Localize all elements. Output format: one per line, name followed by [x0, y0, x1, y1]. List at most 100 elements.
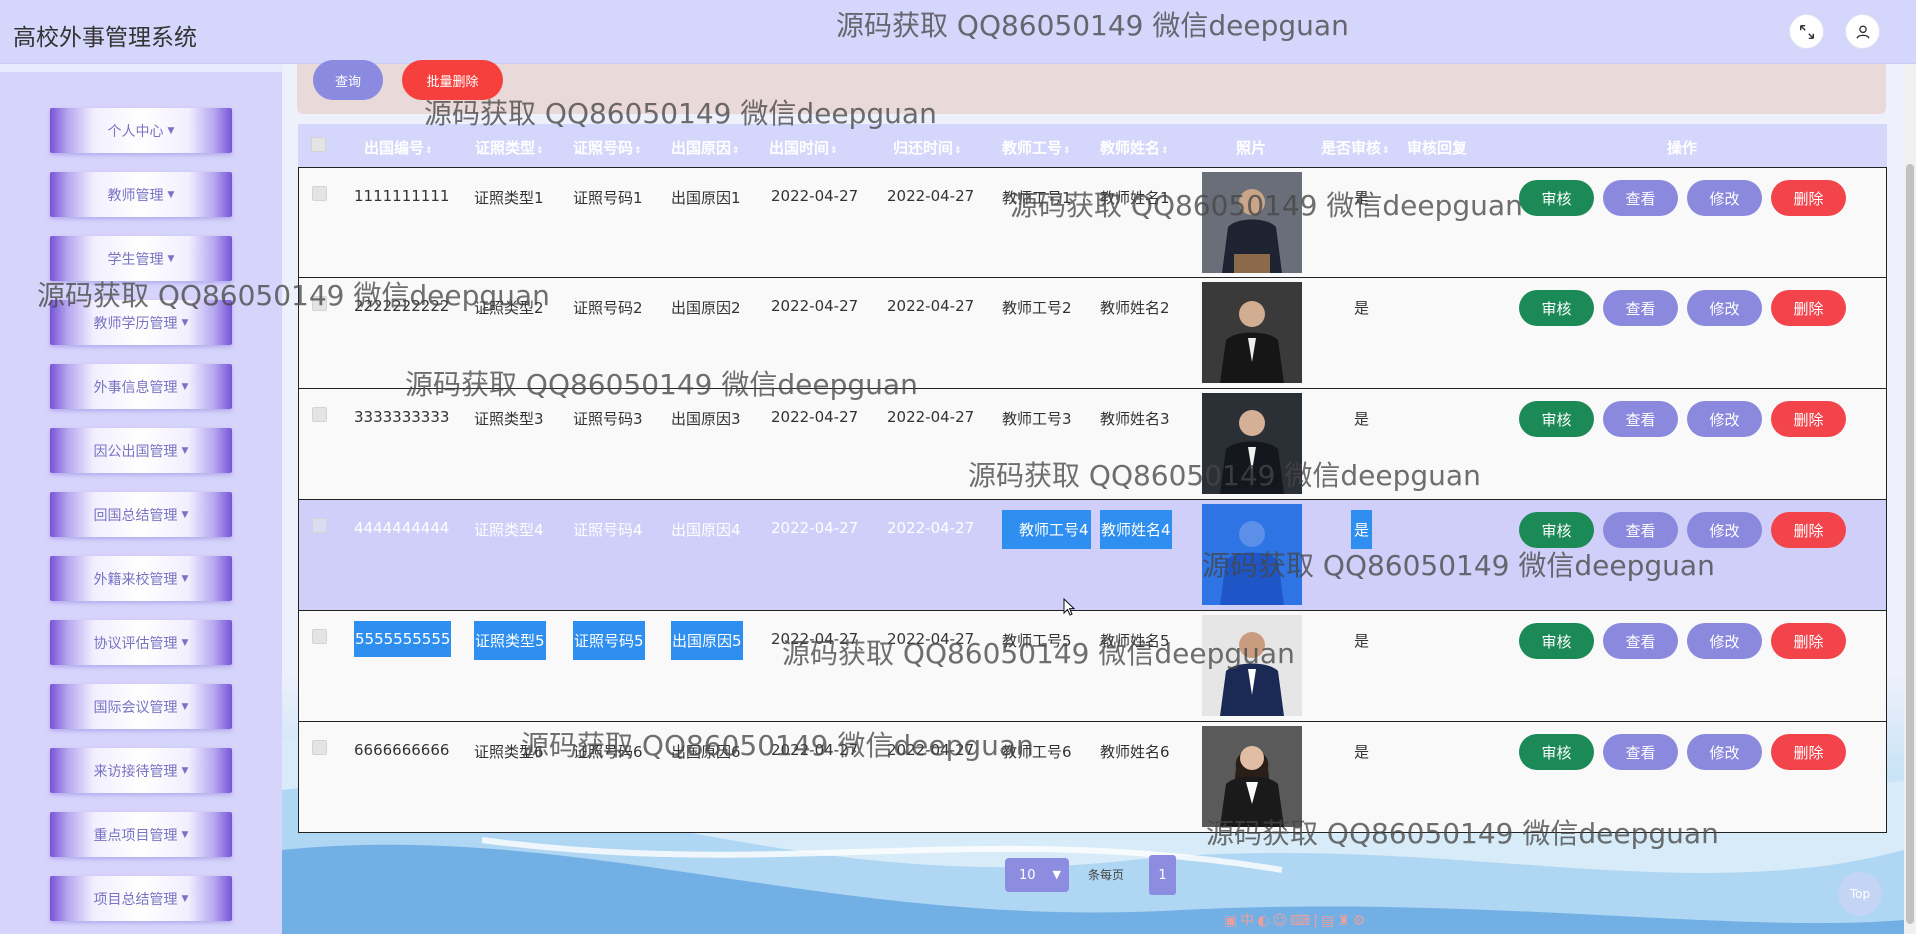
sort-icon: ⇕ — [1382, 146, 1390, 156]
view-button[interactable]: 查看 — [1603, 734, 1678, 770]
delete-button[interactable]: 删除 — [1771, 180, 1846, 216]
chevron-down-icon: ▼ — [1052, 868, 1061, 881]
caret-down-icon: ▼ — [181, 445, 189, 456]
column-header-return-time[interactable]: 归还时间⇕ — [893, 137, 962, 158]
caret-down-icon: ▼ — [167, 189, 175, 200]
cell-cert-no: 证照号码6 — [573, 743, 643, 761]
edit-button[interactable]: 修改 — [1687, 734, 1762, 770]
mouse-cursor-icon — [1063, 598, 1075, 616]
sidebar-item-key-projects[interactable]: 重点项目管理 ▼ — [50, 812, 232, 857]
cell-out-no: 2222222222 — [354, 297, 450, 315]
table-row-selected: 4444444444 证照类型4 证照号码4 出国原因4 2022-04-27 … — [298, 500, 1887, 611]
sidebar-item-personal-center[interactable]: 个人中心 ▼ — [50, 108, 232, 153]
column-header-cert-no[interactable]: 证照号码⇕ — [573, 137, 642, 158]
select-all-checkbox[interactable] — [311, 137, 326, 152]
caret-down-icon: ▼ — [181, 701, 189, 712]
sidebar-item-intl-conference[interactable]: 国际会议管理 ▼ — [50, 684, 232, 729]
page-scrollbar[interactable] — [1904, 64, 1916, 934]
edit-button[interactable]: 修改 — [1687, 290, 1762, 326]
table-row: 1111111111 证照类型1 证照号码1 出国原因1 2022-04-27 … — [298, 167, 1887, 278]
audit-button[interactable]: 审核 — [1519, 180, 1594, 216]
cell-out-no: 1111111111 — [354, 187, 450, 205]
caret-down-icon: ▼ — [167, 125, 175, 136]
audit-button[interactable]: 审核 — [1519, 401, 1594, 437]
column-header-out-time[interactable]: 出国时间⇕ — [769, 137, 838, 158]
cell-teacher-id: 教师工号3 — [1002, 410, 1072, 428]
cell-cert-type: 证照类型4 — [474, 521, 544, 539]
sidebar-item-project-summary[interactable]: 项目总结管理 ▼ — [50, 876, 232, 921]
cell-reason: 出国原因6 — [671, 743, 741, 761]
fullscreen-button[interactable] — [1789, 14, 1824, 49]
sort-icon: ⇕ — [732, 146, 740, 156]
scrollbar-thumb[interactable] — [1906, 164, 1914, 924]
sidebar-item-label: 协议评估管理 — [93, 635, 178, 652]
delete-button[interactable]: 删除 — [1771, 290, 1846, 326]
sidebar-item-return-summary[interactable]: 回国总结管理 ▼ — [50, 492, 232, 537]
cell-teacher-name: 教师姓名3 — [1100, 410, 1170, 428]
row-checkbox[interactable] — [312, 296, 327, 311]
page-number-current[interactable]: 1 — [1149, 855, 1176, 895]
row-checkbox[interactable] — [312, 186, 327, 201]
view-button[interactable]: 查看 — [1603, 512, 1678, 548]
sidebar-item-reception[interactable]: 来访接待管理 ▼ — [50, 748, 232, 793]
view-button[interactable]: 查看 — [1603, 180, 1678, 216]
row-checkbox[interactable] — [312, 629, 327, 644]
delete-button[interactable]: 删除 — [1771, 734, 1846, 770]
column-header-audited[interactable]: 是否审核⇕ — [1321, 137, 1390, 158]
sidebar-item-student[interactable]: 学生管理 ▼ — [50, 236, 232, 281]
cell-cert-no: 证照号码3 — [573, 410, 643, 428]
sidebar-item-label: 重点项目管理 — [93, 827, 178, 844]
sidebar-item-label: 来访接待管理 — [93, 763, 178, 780]
sidebar-item-teacher[interactable]: 教师管理 ▼ — [50, 172, 232, 217]
data-table: 出国编号⇕ 证照类型⇕ 证照号码⇕ 出国原因⇕ 出国时间⇕ 归还时间⇕ 教师工号… — [298, 124, 1887, 834]
sidebar-item-agreement-eval[interactable]: 协议评估管理 ▼ — [50, 620, 232, 665]
delete-button[interactable]: 删除 — [1771, 512, 1846, 548]
column-header-out-no[interactable]: 出国编号⇕ — [364, 137, 433, 158]
sidebar-item-teacher-education[interactable]: 教师学历管理 ▼ — [50, 300, 232, 345]
sidebar-item-official-abroad[interactable]: 因公出国管理 ▼ — [50, 428, 232, 473]
cell-return-time: 2022-04-27 — [887, 741, 975, 759]
column-header-teacher-name[interactable]: 教师姓名⇕ — [1100, 137, 1169, 158]
cell-teacher-name: 教师姓名4 — [1100, 510, 1172, 549]
back-to-top-button[interactable]: Top — [1838, 872, 1882, 916]
view-button[interactable]: 查看 — [1603, 290, 1678, 326]
sidebar-item-foreign-affairs[interactable]: 外事信息管理 ▼ — [50, 364, 232, 409]
audit-button[interactable]: 审核 — [1519, 512, 1594, 548]
cell-teacher-name: 教师姓名2 — [1100, 299, 1170, 317]
delete-button[interactable]: 删除 — [1771, 623, 1846, 659]
cell-return-time: 2022-04-27 — [887, 519, 975, 537]
row-checkbox[interactable] — [312, 518, 327, 533]
delete-button[interactable]: 删除 — [1771, 401, 1846, 437]
user-button[interactable] — [1845, 14, 1880, 49]
cell-teacher-name: 教师姓名1 — [1100, 189, 1170, 207]
sidebar-item-label: 因公出国管理 — [93, 443, 178, 460]
view-button[interactable]: 查看 — [1603, 401, 1678, 437]
view-button[interactable]: 查看 — [1603, 623, 1678, 659]
cell-teacher-id: 教师工号4 — [1002, 510, 1091, 549]
audit-button[interactable]: 审核 — [1519, 290, 1594, 326]
column-header-teacher-id[interactable]: 教师工号⇕ — [1002, 137, 1071, 158]
column-header-reason[interactable]: 出国原因⇕ — [671, 137, 740, 158]
row-checkbox[interactable] — [312, 407, 327, 422]
cell-audited: 是 — [1351, 510, 1373, 549]
edit-button[interactable]: 修改 — [1687, 180, 1762, 216]
column-header-cert-type[interactable]: 证照类型⇕ — [475, 137, 544, 158]
cell-audited: 是 — [1354, 189, 1370, 207]
sidebar-item-foreign-visitors[interactable]: 外籍来校管理 ▼ — [50, 556, 232, 601]
batch-delete-button[interactable]: 批量删除 — [402, 60, 503, 100]
edit-button[interactable]: 修改 — [1687, 512, 1762, 548]
sort-icon: ⇕ — [1063, 146, 1071, 156]
cell-cert-type: 证照类型2 — [474, 299, 544, 317]
audit-button[interactable]: 审核 — [1519, 623, 1594, 659]
row-checkbox[interactable] — [312, 740, 327, 755]
page-size-select[interactable]: 10 ▼ — [1005, 858, 1069, 892]
sort-icon: ⇕ — [634, 146, 642, 156]
cell-cert-type: 证照类型6 — [474, 743, 544, 761]
audit-button[interactable]: 审核 — [1519, 734, 1594, 770]
ime-toolbar: ▣中◐☺⌨|▤♜⚙ — [1224, 913, 1369, 929]
edit-button[interactable]: 修改 — [1687, 623, 1762, 659]
cell-return-time: 2022-04-27 — [887, 297, 975, 315]
query-button[interactable]: 查询 — [313, 60, 383, 100]
cell-return-time: 2022-04-27 — [887, 408, 975, 426]
edit-button[interactable]: 修改 — [1687, 401, 1762, 437]
